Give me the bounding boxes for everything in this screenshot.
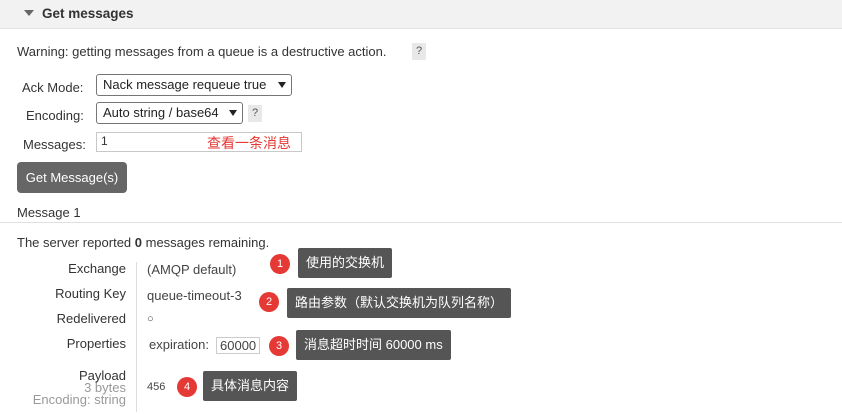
get-messages-button[interactable]: Get Message(s) [17,162,127,193]
annotation-callout-2: 路由参数（默认交换机为队列名称） [287,288,512,318]
ack-mode-select[interactable]: Nack message requeue true [96,74,292,96]
section-title: Get messages [42,6,134,21]
redelivered-value: ○ [147,313,154,325]
annotation-callout-3: 消息超时时间 60000 ms [296,330,451,360]
exchange-label: Exchange [68,261,126,276]
annotation-callout-4: 具体消息内容 [203,371,298,401]
messages-annotation: 查看一条消息 [207,135,291,151]
payload-value: 456 [147,381,166,393]
props-divider [136,262,137,412]
expiration-value: 60000 [216,337,261,354]
encoding-label: Encoding: [26,108,84,123]
encoding-value: Auto string / base64 [103,105,219,120]
divider [0,222,842,223]
message-header: Message 1 [17,205,81,220]
routing-key-value: queue-timeout-3 [147,288,242,303]
chevron-down-icon [229,110,237,116]
collapse-triangle-icon[interactable] [24,10,34,16]
expiration-key: expiration: [149,337,209,352]
annotation-callout-1: 使用的交换机 [298,248,393,278]
routing-key-label: Routing Key [55,286,126,301]
ack-mode-label: Ack Mode: [22,80,84,95]
warning-help-icon[interactable]: ? [412,43,426,60]
exchange-value: (AMQP default) [147,262,237,277]
annotation-badge-3: 3 [269,336,289,356]
payload-encoding: Encoding: string [32,392,126,407]
annotation-badge-4: 4 [177,377,197,397]
encoding-select[interactable]: Auto string / base64 [96,102,243,124]
annotation-badge-1: 1 [270,254,290,274]
ack-mode-value: Nack message requeue true [103,77,267,92]
annotation-badge-2: 2 [259,292,279,312]
redelivered-label: Redelivered [56,311,126,326]
messages-label: Messages: [23,137,86,152]
chevron-down-icon [278,82,286,88]
properties-label: Properties [66,336,126,351]
warning-text: Warning: getting messages from a queue i… [17,44,387,59]
encoding-help-icon[interactable]: ? [248,105,262,122]
server-report: The server reported 0 messages remaining… [17,235,270,250]
